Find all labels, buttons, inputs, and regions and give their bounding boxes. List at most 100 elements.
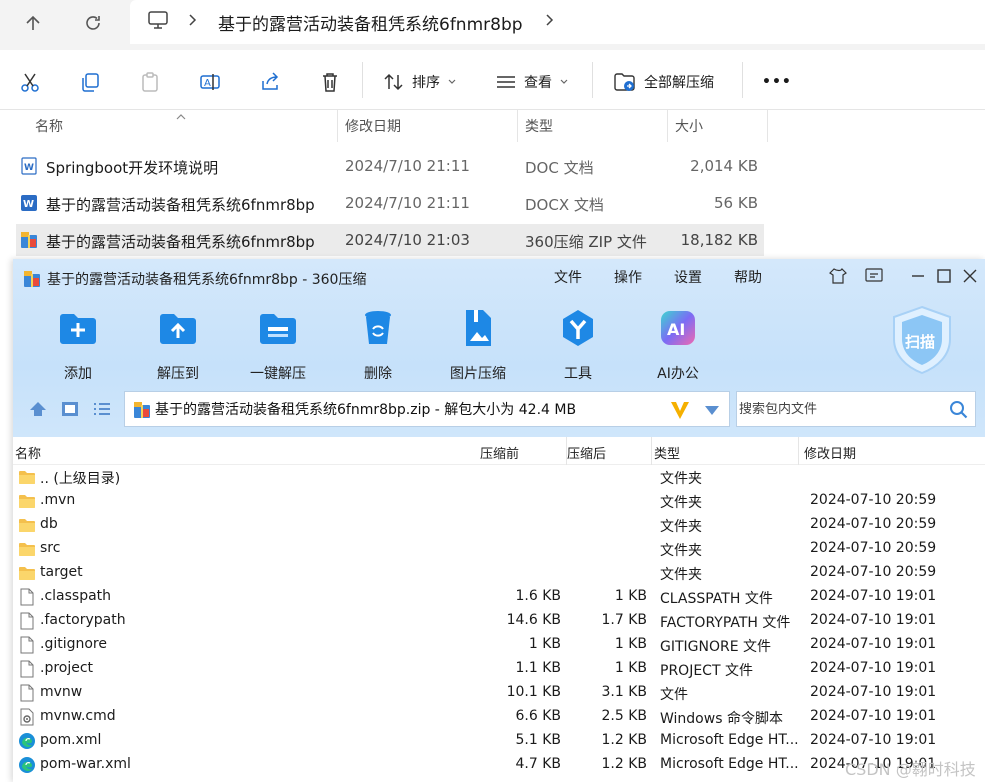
extract-to-button[interactable]: 解压到 — [133, 307, 223, 383]
up-folder-icon[interactable] — [29, 401, 47, 421]
item-type: FACTORYPATH 文件 — [660, 615, 791, 631]
zip-list-item[interactable]: mvnw 10.1 KB 3.1 KB 文件 2024-07-10 19:01 — [13, 681, 985, 705]
list-view-icon[interactable] — [93, 401, 111, 421]
thumbnail-view-icon[interactable] — [61, 401, 79, 421]
menu-operate[interactable]: 操作 — [614, 267, 642, 287]
zip-list-item[interactable]: .gitignore 1 KB 1 KB GITIGNORE 文件 2024-07-10… — [13, 633, 985, 657]
add-button[interactable]: 添加 — [33, 307, 123, 383]
delete-label: 删除 — [364, 366, 392, 382]
zip-list-item[interactable]: .mvn 文件夹 2024-07-10 20:59 — [13, 489, 985, 513]
column-divider[interactable] — [667, 110, 668, 142]
column-header-name[interactable]: 名称 — [15, 443, 41, 462]
item-packed-size: 5.1 KB — [515, 732, 562, 748]
item-packed-size: 1.1 KB — [515, 660, 562, 676]
item-type: Microsoft Edge HT... — [660, 756, 799, 772]
skin-icon[interactable] — [827, 265, 849, 287]
svg-text:A: A — [204, 78, 211, 89]
zip-list-item[interactable]: .project 1.1 KB 1 KB PROJECT 文件 2024-07-10 1… — [13, 657, 985, 681]
breadcrumb-folder[interactable]: 基于的露营活动装备租凭系统6fnmr8bp — [218, 10, 523, 35]
item-unpacked-size: 1 KB — [614, 636, 647, 652]
column-header-type[interactable]: 类型 — [654, 443, 680, 462]
item-modified: 2024-07-10 20:59 — [810, 540, 937, 556]
zip-list-item[interactable]: src 文件夹 2024-07-10 20:59 — [13, 537, 985, 561]
column-divider[interactable] — [517, 110, 518, 142]
column-divider[interactable] — [767, 110, 768, 142]
feedback-icon[interactable] — [863, 265, 885, 287]
zip-list-item[interactable]: .classpath 1.6 KB 1 KB CLASSPATH 文件 2024-07-… — [13, 585, 985, 609]
column-divider[interactable] — [798, 437, 799, 465]
image-compress-button[interactable]: 图片压缩 — [433, 307, 523, 383]
item-type: PROJECT 文件 — [660, 663, 753, 679]
column-header-size[interactable]: 大小 — [675, 110, 703, 142]
view-button[interactable]: 查看 — [496, 70, 568, 94]
item-modified: 2024-07-10 19:01 — [810, 636, 937, 652]
file-row[interactable]: W 基于的露营活动装备租凭系统6fnmr8bp 2024/7/10 21:11 … — [16, 187, 764, 219]
svg-text:W: W — [24, 163, 34, 173]
item-packed-size: 1.6 KB — [515, 588, 562, 604]
column-header-packed[interactable]: 压缩前 — [480, 443, 519, 462]
zip-list-item[interactable]: pom.xml 5.1 KB 1.2 KB Microsoft Edge HT... 2… — [13, 729, 985, 753]
column-header-modified[interactable]: 修改日期 — [804, 443, 856, 462]
zip-list-item[interactable]: db 文件夹 2024-07-10 20:59 — [13, 513, 985, 537]
zip-list-item[interactable]: target 文件夹 2024-07-10 20:59 — [13, 561, 985, 585]
search-input[interactable] — [739, 401, 939, 417]
menu-file[interactable]: 文件 — [554, 267, 582, 287]
column-divider[interactable] — [337, 110, 338, 142]
one-click-extract-button[interactable]: 一键解压 — [233, 307, 323, 383]
file-row-selected[interactable]: 基于的露营活动装备租凭系统6fnmr8bp 2024/7/10 21:03 36… — [16, 224, 764, 256]
address-bar[interactable]: 基于的露营活动装备租凭系统6fnmr8bp — [130, 0, 985, 44]
paste-icon[interactable] — [136, 68, 164, 96]
zip-list-item[interactable]: .factorypath 14.6 KB 1.7 KB FACTORYPATH 文件 2… — [13, 609, 985, 633]
up-arrow-icon[interactable] — [16, 8, 50, 38]
zip-list-item[interactable]: .. (上级目录) 文件夹 — [13, 465, 985, 489]
ai-office-icon: AI — [661, 311, 695, 345]
item-type: 文件夹 — [660, 495, 702, 511]
archive-path-text: 基于的露营活动装备租凭系统6fnmr8bp.zip - 解包大小为 42.4 M… — [155, 402, 577, 418]
rename-icon[interactable]: A — [196, 68, 224, 96]
menu-settings[interactable]: 设置 — [674, 267, 702, 287]
tools-button[interactable]: 工具 — [533, 307, 623, 383]
extract-all-label: 全部解压缩 — [644, 75, 714, 91]
archive-path-field[interactable]: 基于的露营活动装备租凭系统6fnmr8bp.zip - 解包大小为 42.4 M… — [124, 391, 730, 427]
file-type: DOC 文档 — [525, 159, 594, 177]
dropdown-arrow-icon[interactable] — [705, 406, 719, 415]
minimize-icon[interactable] — [907, 265, 929, 287]
sort-icon — [384, 73, 403, 91]
folder-icon — [18, 468, 36, 486]
item-type: Microsoft Edge HT... — [660, 732, 799, 748]
item-name: .. (上级目录) — [40, 471, 121, 487]
column-divider[interactable] — [651, 437, 652, 465]
extract-all-button[interactable]: 全部解压缩 — [614, 70, 714, 94]
column-header-modified[interactable]: 修改日期 — [345, 110, 401, 142]
ai-office-button[interactable]: AI AI办公 — [633, 307, 723, 383]
zip-list-item[interactable]: pom-war.xml 4.7 KB 1.2 KB Microsoft Edge HT… — [13, 753, 985, 777]
column-header-name[interactable]: 名称 — [35, 110, 63, 142]
close-icon[interactable] — [959, 265, 981, 287]
column-header-type[interactable]: 类型 — [525, 110, 553, 142]
item-modified: 2024-07-10 19:01 — [810, 612, 937, 628]
chevron-right-icon[interactable] — [545, 13, 555, 31]
zip-list-item[interactable]: mvnw.cmd 6.6 KB 2.5 KB Windows 命令脚本 2024-07-… — [13, 705, 985, 729]
column-header-unpacked[interactable]: 压缩后 — [567, 443, 606, 462]
refresh-icon[interactable] — [76, 8, 110, 38]
menu-help[interactable]: 帮助 — [734, 267, 762, 287]
maximize-icon[interactable] — [933, 265, 955, 287]
chevron-right-icon[interactable] — [188, 13, 198, 31]
path-row: 基于的露营活动装备租凭系统6fnmr8bp.zip - 解包大小为 42.4 M… — [13, 389, 985, 433]
more-options-button[interactable]: ••• — [762, 70, 792, 94]
watermark: CSDN @翱时科技 — [845, 760, 976, 779]
share-icon[interactable] — [256, 68, 284, 96]
delete-button[interactable]: 删除 — [333, 307, 423, 383]
scan-button[interactable]: 扫描 — [891, 305, 953, 375]
search-box[interactable] — [736, 391, 976, 427]
file-icon — [18, 660, 36, 678]
delete-icon[interactable] — [316, 68, 344, 96]
file-modified: 2024/7/10 21:11 — [345, 157, 470, 175]
cut-icon[interactable] — [16, 68, 44, 96]
sort-button[interactable]: 排序 — [384, 70, 456, 94]
item-unpacked-size: 1 KB — [614, 660, 647, 676]
file-row[interactable]: W Springboot开发环境说明 2024/7/10 21:11 DOC 文… — [16, 150, 764, 182]
search-icon[interactable] — [949, 400, 969, 420]
copy-icon[interactable] — [76, 68, 104, 96]
one-click-extract-label: 一键解压 — [250, 366, 306, 382]
